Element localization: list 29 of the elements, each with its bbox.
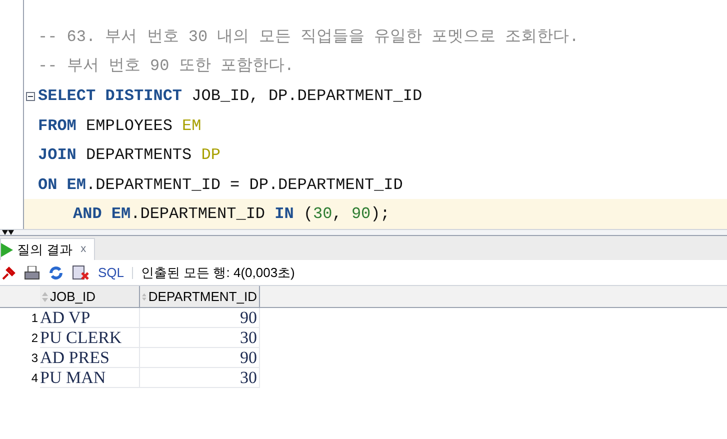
close-icon[interactable]: x <box>80 241 86 258</box>
cancel-icon[interactable] <box>72 264 90 280</box>
table-cell-text: PU CLERK <box>40 326 122 349</box>
code-line: AND EM.DEPARTMENT_ID IN (30, 90); <box>73 204 390 226</box>
fold-icon[interactable] <box>26 92 35 102</box>
sql-link[interactable]: SQL <box>98 262 124 282</box>
collapse-arrow-icon[interactable] <box>2 230 14 235</box>
code-line: ON EM.DEPARTMENT_ID = DP.DEPARTMENT_ID <box>38 174 403 196</box>
code-line: SELECT DISTINCT JOB_ID, DP.DEPARTMENT_ID <box>38 86 422 107</box>
code-line: FROM EMPLOYEES EM <box>38 116 202 137</box>
table-cell-text: 30 <box>240 366 257 389</box>
code-comment: -- 부서 번호 90 또한 포함한다. <box>38 56 294 78</box>
table-cell-text: 30 <box>240 326 257 349</box>
table-cell-text: PU MAN <box>40 366 106 389</box>
code-comment: -- 63. 부서 번호 30 내의 모든 직업들을 유일한 포멧으로 조회한다. <box>38 26 579 48</box>
table-cell-text: AD VP <box>40 306 90 329</box>
table-cell-text: 90 <box>240 346 257 369</box>
fetch-status: 인출된 모든 행: 4(0,003초) <box>141 264 295 282</box>
row-number: 4 <box>31 370 38 387</box>
play-icon <box>1 242 13 256</box>
row-number: 1 <box>31 310 38 327</box>
refresh-icon[interactable] <box>48 264 64 280</box>
table-cell-text: AD PRES <box>40 346 110 369</box>
results-tab[interactable]: 질의 결과 x <box>0 238 96 260</box>
code-line: JOIN DEPARTMENTS DP <box>38 145 220 166</box>
print-icon[interactable] <box>24 266 40 280</box>
table-cell-text: 90 <box>240 306 257 329</box>
row-number: 2 <box>31 330 38 347</box>
row-number: 3 <box>31 350 38 367</box>
